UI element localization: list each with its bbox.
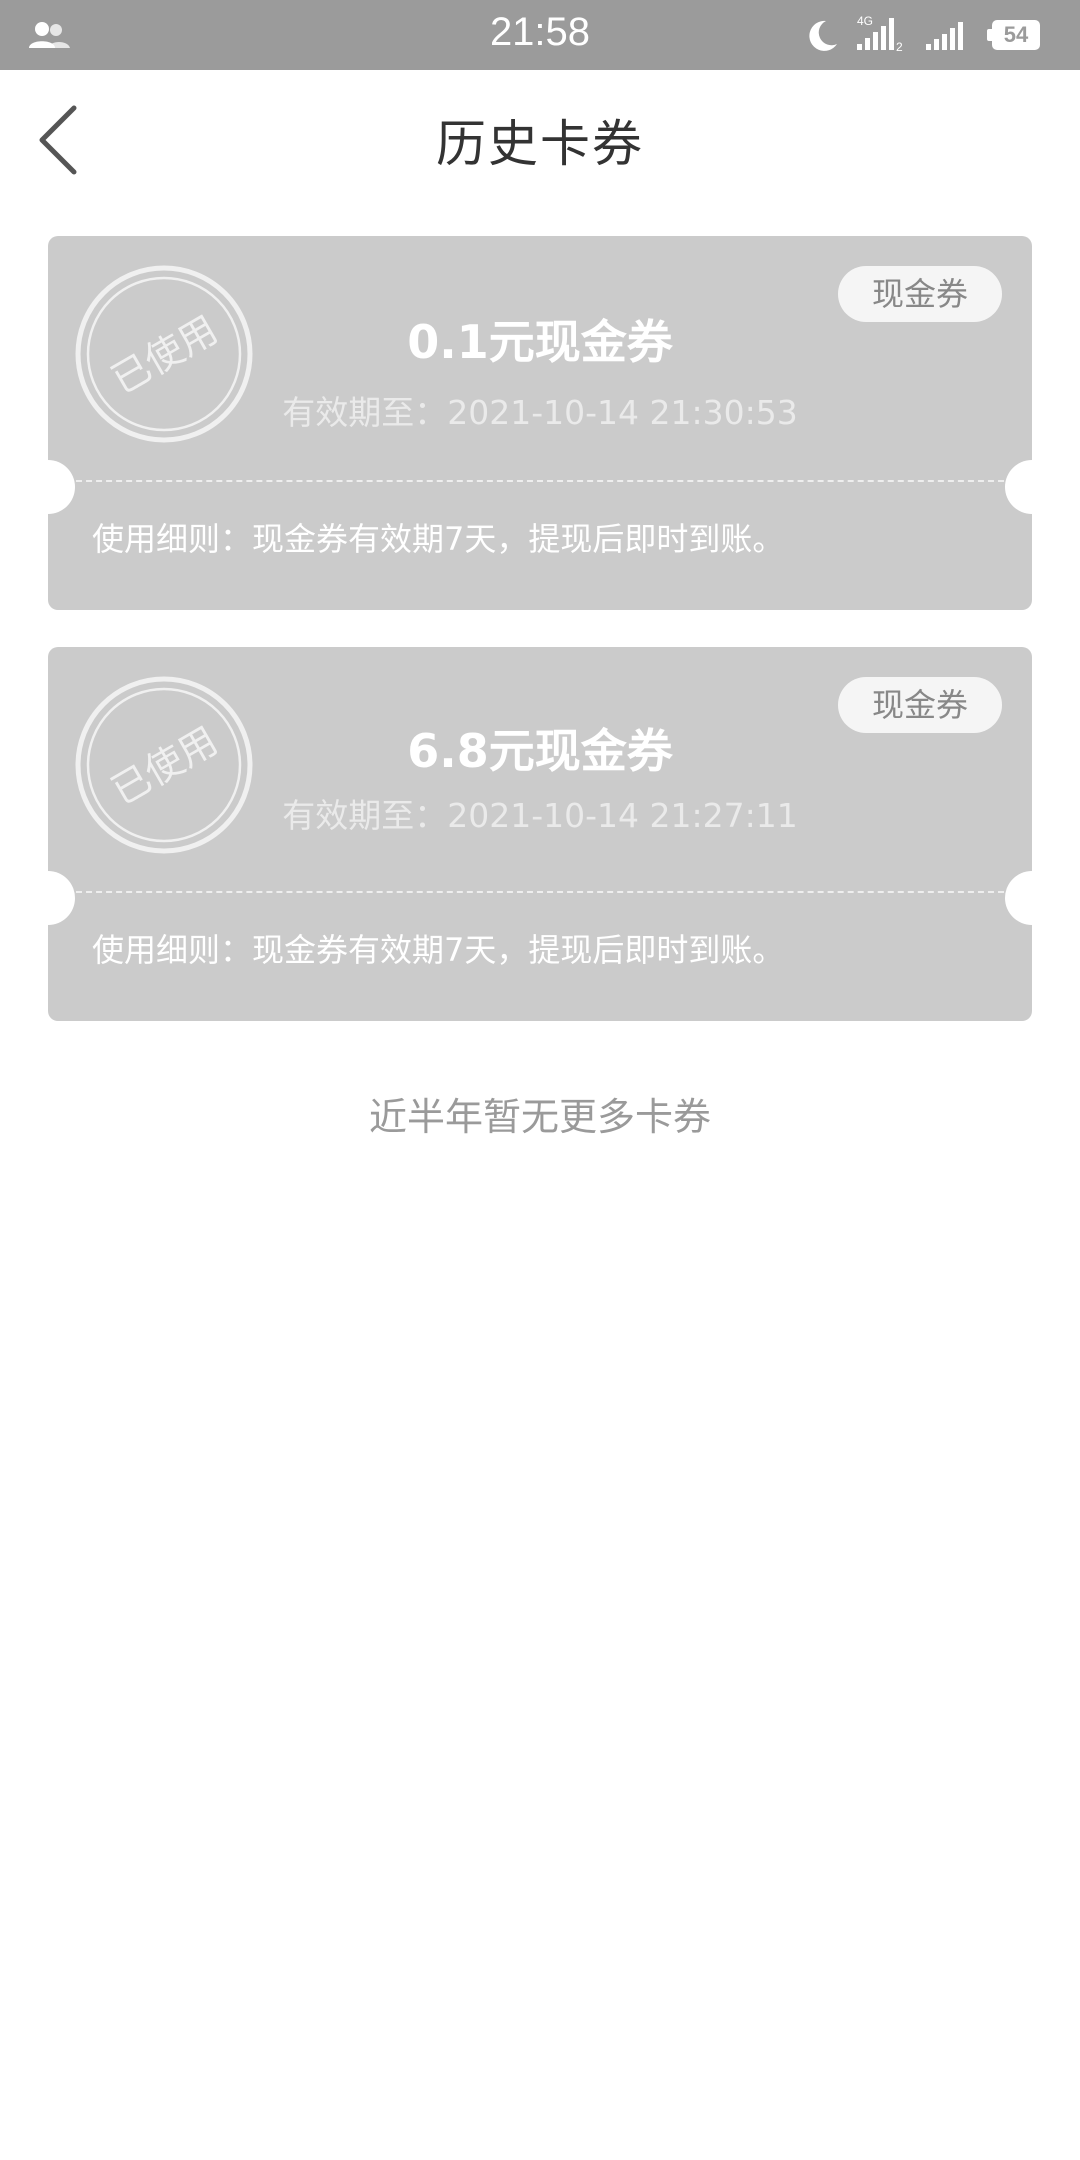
network-type-label: 4G bbox=[857, 14, 873, 28]
page-title: 历史卡券 bbox=[436, 115, 644, 173]
ticket-notch bbox=[1005, 460, 1059, 514]
stamp-label: 已使用 bbox=[104, 307, 225, 402]
coupon-expiry: 有效期至：2021-10-14 21:30:53 bbox=[282, 393, 798, 432]
no-more-coupons-text: 近半年暂无更多卡券 bbox=[368, 1095, 711, 1139]
header: 历史卡券 bbox=[0, 70, 1080, 205]
ticket-notch bbox=[21, 460, 75, 514]
divider bbox=[76, 891, 1004, 893]
coupon-type-tag: 现金券 bbox=[838, 266, 1002, 322]
used-stamp-icon: 已使用 bbox=[75, 265, 253, 443]
coupon-amount: 0.1元现金券 bbox=[407, 315, 673, 369]
stamp-label: 已使用 bbox=[104, 718, 225, 813]
status-time: 21:58 bbox=[489, 10, 591, 54]
ticket-notch bbox=[21, 871, 75, 925]
used-stamp-icon: 已使用 bbox=[75, 676, 253, 854]
coupon-card[interactable]: 已使用 现金券 0.1元现金券 有效期至：2021-10-14 21:30:53… bbox=[21, 236, 1059, 610]
moon-icon bbox=[809, 20, 837, 51]
battery-icon: 54 bbox=[987, 20, 1044, 50]
status-bar: 21:58 4G 2 54 bbox=[0, 0, 1080, 70]
sim-index-label: 2 bbox=[896, 40, 903, 54]
coupon-rules: 使用细则：现金券有效期7天，提现后即时到账。 bbox=[92, 520, 785, 558]
coupon-amount: 6.8元现金券 bbox=[407, 724, 673, 778]
coupon-type-tag: 现金券 bbox=[838, 677, 1002, 733]
signal-icon bbox=[926, 22, 963, 50]
coupon-expiry: 有效期至：2021-10-14 21:27:11 bbox=[282, 796, 798, 835]
coupon-card[interactable]: 已使用 现金券 6.8元现金券 有效期至：2021-10-14 21:27:11… bbox=[21, 647, 1059, 1021]
battery-level: 54 bbox=[1003, 22, 1029, 47]
ticket-notch bbox=[1005, 871, 1059, 925]
signal-icon: 4G 2 bbox=[857, 14, 903, 54]
coupon-rules: 使用细则：现金券有效期7天，提现后即时到账。 bbox=[92, 931, 785, 969]
divider bbox=[76, 480, 1004, 482]
